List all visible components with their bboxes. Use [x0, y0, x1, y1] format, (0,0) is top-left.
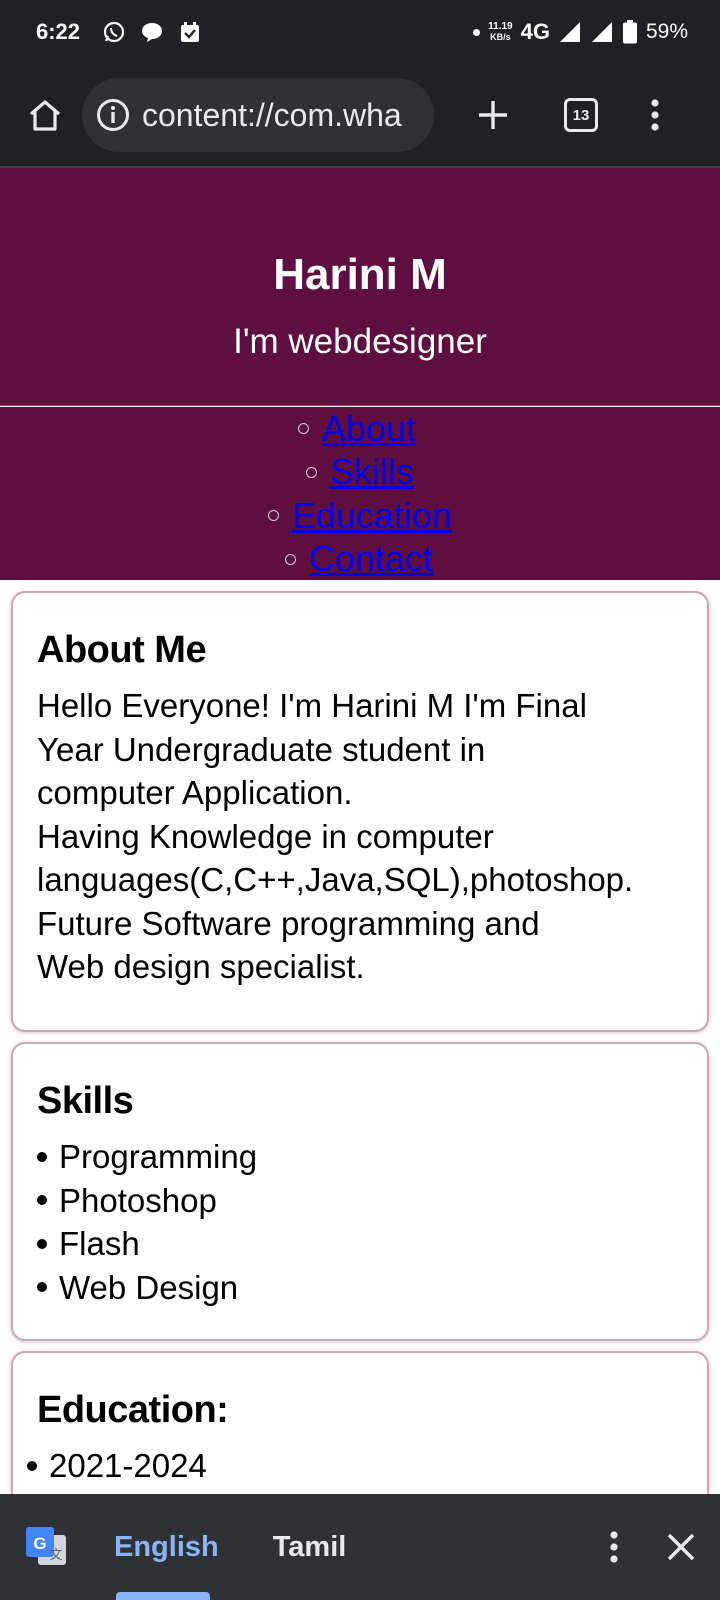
tab-switcher-button[interactable]: 13 [552, 86, 610, 144]
skills-title: Skills [37, 1080, 134, 1122]
notification-icons [102, 20, 202, 44]
list-item: Photoshop [37, 1179, 683, 1223]
circle-bullet-icon [284, 553, 296, 565]
dot-indicator [473, 28, 481, 36]
info-icon[interactable] [96, 98, 130, 132]
lang-english-tab[interactable]: English [114, 1531, 219, 1564]
home-icon [29, 100, 61, 131]
home-button[interactable] [16, 86, 74, 144]
nav-link-skills[interactable]: Skills [330, 451, 414, 493]
close-icon[interactable] [666, 1532, 696, 1562]
list-item: Web Design [37, 1266, 683, 1310]
svg-text:文: 文 [49, 1548, 62, 1563]
circle-bullet-icon [267, 510, 279, 522]
more-vert-icon[interactable] [608, 1530, 620, 1564]
message-icon [142, 23, 163, 42]
skills-list: Programming Photoshop Flash Web Design [37, 1135, 683, 1309]
lang-tamil-tab[interactable]: Tamil [273, 1531, 347, 1564]
nav-item-contact: Contact [284, 538, 433, 582]
system-status: 11.19 KB/s 4G 59% [473, 19, 688, 45]
browser-toolbar: content://com.wha 13 [0, 64, 720, 168]
nav-link-about[interactable]: About [322, 408, 416, 450]
circle-bullet-icon [297, 423, 309, 435]
bullet-icon [37, 1195, 47, 1206]
skills-card: Skills Programming Photoshop Flash Web D… [11, 1042, 709, 1341]
address-bar[interactable]: content://com.wha [82, 78, 434, 152]
more-vert-icon [651, 99, 659, 131]
about-text: Hello Everyone! I'm Harini M I'm Final Y… [37, 684, 683, 989]
net-speed: 11.19 KB/s [488, 21, 513, 43]
network-type: 4G [520, 19, 550, 44]
about-line: Year Undergraduate student in [37, 730, 486, 768]
bullet-icon [37, 1238, 47, 1249]
about-line: Future Software programming and [37, 904, 540, 942]
whatsapp-icon [103, 21, 125, 43]
tab-count: 13 [564, 98, 598, 132]
list-item: 2021-2024 [27, 1444, 683, 1488]
active-tab-indicator [116, 1592, 210, 1600]
bullet-icon [37, 1151, 47, 1162]
signal-icon [559, 22, 580, 42]
url-text: content://com.wha [142, 96, 402, 133]
signal-2-icon [591, 22, 612, 42]
site-nav: About Skills Education Contact [0, 407, 720, 580]
menu-button[interactable] [626, 86, 684, 144]
status-time: 6:22 [36, 19, 81, 44]
google-translate-icon: G 文 [26, 1527, 66, 1565]
bullet-icon [37, 1282, 47, 1293]
nav-link-contact[interactable]: Contact [309, 538, 433, 580]
calendar-icon [181, 22, 200, 42]
svg-text:G: G [33, 1534, 46, 1553]
about-line: languages(C,C++,Java,SQL),photoshop. [37, 861, 634, 898]
nav-item-skills: Skills [305, 451, 414, 495]
nav-item-education: Education [267, 494, 452, 538]
nav-link-education[interactable]: Education [292, 495, 452, 537]
education-list: 2021-2024 [27, 1444, 683, 1488]
circle-bullet-icon [305, 466, 317, 478]
about-title: About Me [37, 629, 207, 671]
status-bar: 6:22 11.19 KB/s 4G 59% [0, 0, 720, 64]
about-line: Web design specialist. [37, 948, 365, 985]
list-item: Programming [37, 1135, 683, 1179]
education-title: Education: [37, 1389, 229, 1431]
about-line: computer Application. [37, 774, 353, 811]
site-header: Harini M I'm webdesigner [0, 168, 720, 406]
about-card: About Me Hello Everyone! I'm Harini M I'… [11, 591, 709, 1032]
new-tab-button[interactable] [464, 86, 522, 144]
bullet-icon [27, 1460, 37, 1471]
battery-level: 59% [645, 20, 688, 43]
nav-item-about: About [297, 407, 416, 451]
plus-icon [479, 101, 507, 129]
list-item: Flash [37, 1222, 683, 1266]
battery-icon [622, 20, 637, 44]
site-tagline: I'm webdesigner [233, 322, 487, 361]
about-line: Having Knowledge in computer [37, 817, 494, 855]
translate-bar: G 文 English Tamil [0, 1494, 720, 1600]
about-line: Hello Everyone! I'm Harini M I'm Final [37, 687, 587, 724]
site-name: Harini M [273, 250, 447, 299]
